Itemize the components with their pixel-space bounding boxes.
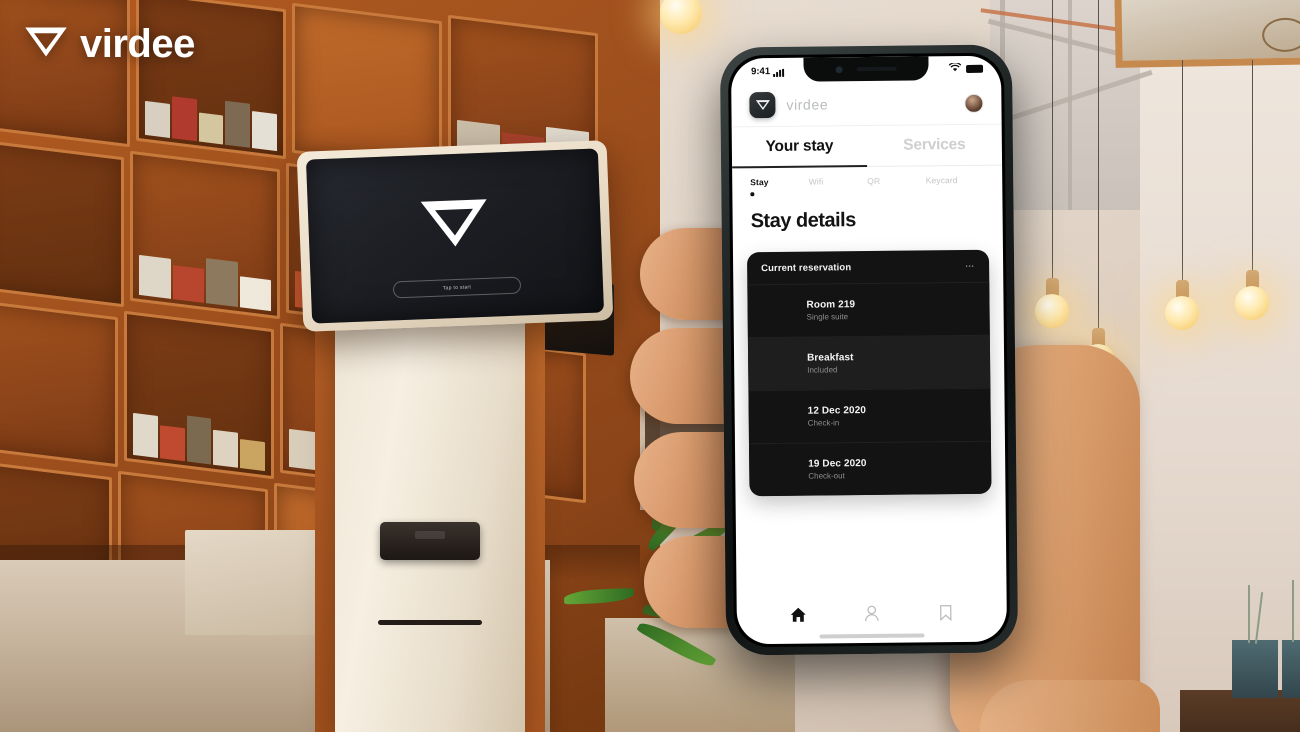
subtab-stay-label: Stay bbox=[750, 177, 769, 188]
current-reservation-card: Current reservation ⋯ Room 219 Single su… bbox=[746, 249, 992, 497]
phone-bezel: 9:41 virdee Your stay Services Stay Wifi… bbox=[727, 52, 1011, 648]
row-subtitle: Included bbox=[807, 365, 838, 375]
virdee-v-logo-icon bbox=[24, 25, 68, 64]
earpiece-speaker-icon bbox=[856, 66, 897, 72]
wifi-icon bbox=[948, 62, 962, 75]
kiosk-tablet: Tap to start bbox=[296, 140, 614, 332]
page-title: Stay details bbox=[750, 209, 856, 233]
receipt-slot-icon bbox=[378, 620, 482, 625]
virdee-brand-watermark: virdee bbox=[24, 22, 195, 67]
tab-services[interactable]: Services bbox=[867, 125, 1002, 166]
bicycle-illustration-icon bbox=[1261, 17, 1300, 53]
user-avatar-icon[interactable] bbox=[964, 93, 984, 113]
tab-your-stay[interactable]: Your stay bbox=[732, 126, 867, 167]
card-header: Current reservation ⋯ bbox=[747, 250, 989, 285]
row-subtitle: Check-in bbox=[807, 418, 840, 428]
main-tab-bar: Your stay Services bbox=[731, 124, 1003, 169]
card-title: Current reservation bbox=[761, 261, 852, 274]
brand-name: virdee bbox=[80, 22, 195, 66]
sub-tab-bar: Stay Wifi QR Keycard bbox=[732, 166, 1002, 207]
nav-profile[interactable] bbox=[835, 605, 909, 628]
subtab-wifi[interactable]: Wifi bbox=[809, 176, 868, 206]
table-row[interactable]: Room 219 Single suite bbox=[747, 281, 990, 338]
person-icon bbox=[864, 605, 880, 627]
vase-left bbox=[1232, 640, 1278, 698]
virdee-v-logo-icon bbox=[419, 196, 491, 256]
more-horizontal-icon[interactable]: ⋯ bbox=[965, 260, 975, 271]
framed-picture bbox=[1114, 0, 1300, 68]
row-subtitle: Single suite bbox=[806, 312, 849, 322]
wrist bbox=[980, 680, 1160, 732]
row-title: 12 Dec 2020 bbox=[807, 405, 867, 417]
cellular-signal-icon bbox=[773, 68, 785, 77]
status-time: 9:41 bbox=[751, 65, 771, 77]
phone-screen[interactable]: 9:41 virdee Your stay Services Stay Wifi… bbox=[730, 55, 1008, 645]
nav-home[interactable] bbox=[761, 606, 835, 628]
card-reader-icon[interactable] bbox=[380, 522, 480, 560]
kiosk-screen[interactable]: Tap to start bbox=[305, 148, 605, 324]
battery-full-icon bbox=[966, 64, 984, 73]
app-brand-name: virdee bbox=[786, 96, 829, 113]
nav-bookmarks[interactable] bbox=[909, 604, 983, 627]
subtab-keycard[interactable]: Keycard bbox=[926, 175, 985, 205]
kiosk-tap-to-start-button[interactable]: Tap to start bbox=[392, 276, 522, 299]
app-header: virdee bbox=[731, 81, 1002, 128]
row-title: 19 Dec 2020 bbox=[808, 458, 867, 470]
virdee-kiosk: Tap to start bbox=[296, 118, 640, 732]
home-icon bbox=[789, 606, 806, 627]
table-row[interactable]: 12 Dec 2020 Check-in bbox=[748, 387, 991, 444]
front-camera-icon bbox=[835, 65, 843, 73]
row-subtitle: Check-out bbox=[808, 471, 845, 481]
card-container: Current reservation ⋯ Room 219 Single su… bbox=[733, 246, 1007, 597]
row-title: Breakfast bbox=[807, 352, 854, 364]
phone-notch bbox=[803, 56, 929, 82]
subtab-qr[interactable]: QR bbox=[867, 175, 926, 205]
subtab-stay[interactable]: Stay bbox=[750, 177, 809, 207]
wall-right-far bbox=[1140, 0, 1300, 732]
smartphone: 9:41 virdee Your stay Services Stay Wifi… bbox=[719, 44, 1019, 656]
table-row[interactable]: Breakfast Included bbox=[747, 334, 991, 391]
table-row[interactable]: 19 Dec 2020 Check-out bbox=[748, 440, 992, 497]
bookmark-icon bbox=[939, 604, 953, 626]
active-indicator-dot bbox=[750, 192, 754, 196]
row-title: Room 219 bbox=[806, 299, 856, 311]
vase-right bbox=[1282, 640, 1300, 698]
virdee-app-logo-icon[interactable] bbox=[749, 91, 776, 119]
